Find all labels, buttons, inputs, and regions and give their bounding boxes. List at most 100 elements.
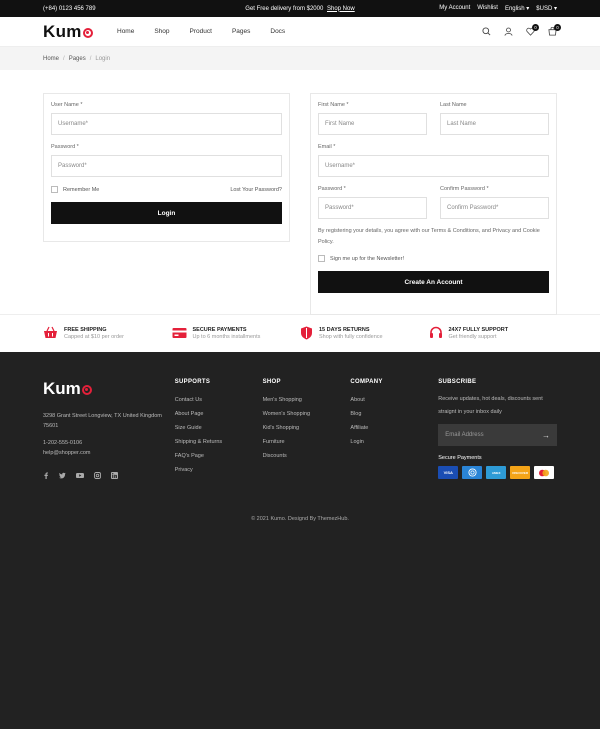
terms-text: By registering your details, you agree w… [318,228,540,245]
register-password-input[interactable]: Password* [318,197,427,219]
basket-icon [43,326,58,341]
confirm-password-input[interactable]: Confirm Password* [440,197,549,219]
footer-link[interactable]: Furniture [263,435,351,449]
footer-link[interactable]: Login [350,435,438,449]
footer-address: 3298 Grant Street Longview, TX United Ki… [43,413,162,429]
shield-icon [300,326,313,342]
footer-email[interactable]: help@shopper.com [43,448,175,458]
login-form: User Name * Username* Password * Passwor… [43,93,290,242]
currency-select[interactable]: $USD ▾ [536,5,557,12]
breadcrumb-current: Login [95,55,111,62]
email-placeholder: Email Address [445,432,484,438]
secure-payments-label: Secure Payments [438,455,482,461]
create-account-button[interactable]: Create An Account [318,271,549,293]
feature-item: 24X7 FULLY SUPPORT Get friendly support [429,326,558,341]
feature-title: 15 DAYS RETURNS [319,327,370,333]
newsletter-checkbox[interactable] [318,255,325,262]
username-input[interactable]: Username* [51,113,282,135]
login-button[interactable]: Login [51,202,282,224]
nav-shop[interactable]: Shop [154,28,169,35]
footer-link[interactable]: FAQ's Page [175,449,263,463]
breadcrumb-home[interactable]: Home [43,56,59,62]
linkedin-icon[interactable] [111,472,118,481]
logo[interactable]: Kum [43,22,117,42]
nav-home[interactable]: Home [117,28,134,35]
footer-link[interactable]: Shipping & Returns [175,435,263,449]
footer-link[interactable]: About Page [175,407,263,421]
feature-item: 15 DAYS RETURNS Shop with fully confidenc… [300,326,429,342]
remember-me-label: Remember Me [63,186,100,193]
password-label: Password * [51,144,79,150]
copyright: © 2021 Kumo. Designd By ThemezHub. [251,516,349,522]
wishlist-link[interactable]: Wishlist [477,5,498,12]
facebook-icon[interactable] [43,472,49,481]
twitter-icon[interactable] [59,472,66,481]
headset-icon [429,326,443,341]
footer-logo[interactable]: Kum [43,379,175,399]
social-links [43,472,175,481]
nav-docs[interactable]: Docs [270,28,285,35]
logo-o-mark [82,27,93,38]
language-select[interactable]: English ▾ [505,5,529,12]
remember-me-checkbox[interactable] [51,186,58,193]
register-form: First Name * First Name Last Name Last N… [310,93,557,315]
subscribe-column: SUBSCRIBE Receive updates, hot deals, di… [438,379,557,481]
footer-link[interactable]: Women's Shopping [263,407,351,421]
arrow-right-icon[interactable]: → [542,431,550,440]
email-label: Email * [318,144,336,150]
footer-logo-text: Kum [43,379,81,398]
breadcrumb-pages[interactable]: Pages [69,56,86,62]
amex-card-icon: AMEX [486,466,507,479]
breadcrumb-separator: / [63,55,65,62]
my-account-link[interactable]: My Account [439,5,470,12]
youtube-icon[interactable] [76,472,84,481]
footer-link[interactable]: Blog [350,407,438,421]
password-input[interactable]: Password* [51,155,282,177]
nav-pages[interactable]: Pages [232,28,250,35]
first-name-input[interactable]: First Name [318,113,427,135]
footer-link[interactable]: Kid's Shopping [263,421,351,435]
wishlist-count-badge: 0 [532,23,539,31]
payment-cards: VISA AMEX DISCOVER [438,466,557,479]
footer-link[interactable]: Men's Shopping [263,393,351,407]
company-heading: COMPANY [350,379,383,385]
last-name-label: Last Name [440,102,467,108]
promo-text: Get Free delivery from $2000 [245,5,324,12]
footer-link[interactable]: Affiliate [350,421,438,435]
shop-now-link[interactable]: Shop Now [327,6,355,12]
wishlist-icon[interactable]: 0 [525,23,539,37]
feature-subtitle: Shop with fully confidence [319,334,383,340]
search-icon[interactable] [481,27,491,37]
footer-link[interactable]: Privacy [175,463,263,477]
user-icon[interactable] [503,27,513,37]
top-bar: (+84) 0123 456 789 Get Free delivery fro… [0,0,600,17]
main-nav: Home Shop Product Pages Docs [117,28,481,35]
remember-me-row[interactable]: Remember Me [51,186,99,193]
cart-icon[interactable]: 0 [547,23,561,37]
lost-password-link[interactable]: Lost Your Password? [230,187,282,193]
last-name-input[interactable]: Last Name [440,113,549,135]
footer-logo-o-mark [81,385,92,395]
shop-column: SHOP Men's Shopping Women's Shopping Kid… [263,379,351,481]
newsletter-row[interactable]: Sign me up for the Newsletter! [318,255,549,262]
supports-column: SUPPORTS Contact Us About Page Size Guid… [175,379,263,481]
confirm-password-label: Confirm Password * [440,186,489,192]
instagram-icon[interactable] [94,472,101,481]
feature-subtitle: Up to 6 months installments [192,334,261,340]
nav-product[interactable]: Product [190,28,212,35]
footer-link[interactable]: Size Guide [175,421,263,435]
main-header: Kum Home Shop Product Pages Docs 0 0 [0,17,600,47]
email-input[interactable]: Username* [318,155,549,177]
subscribe-text: Receive updates, hot deals, discounts se… [438,396,543,415]
company-column: COMPANY About Blog Affiliate Login [350,379,438,481]
subscribe-email-input[interactable]: Email Address → [438,424,557,446]
footer-link[interactable]: About [350,393,438,407]
breadcrumb: Home / Pages / Login [0,47,600,70]
footer-link[interactable]: Contact Us [175,393,263,407]
visa-card-icon: VISA [438,466,459,479]
footer-link[interactable]: Discounts [263,449,351,463]
feature-item: SECURE PAYMENTS Up to 6 months installmen… [172,327,301,341]
feature-title: FREE SHIPPING [64,327,107,333]
phone-number: (+84) 0123 456 789 [43,5,96,12]
feature-title: SECURE PAYMENTS [192,327,247,333]
